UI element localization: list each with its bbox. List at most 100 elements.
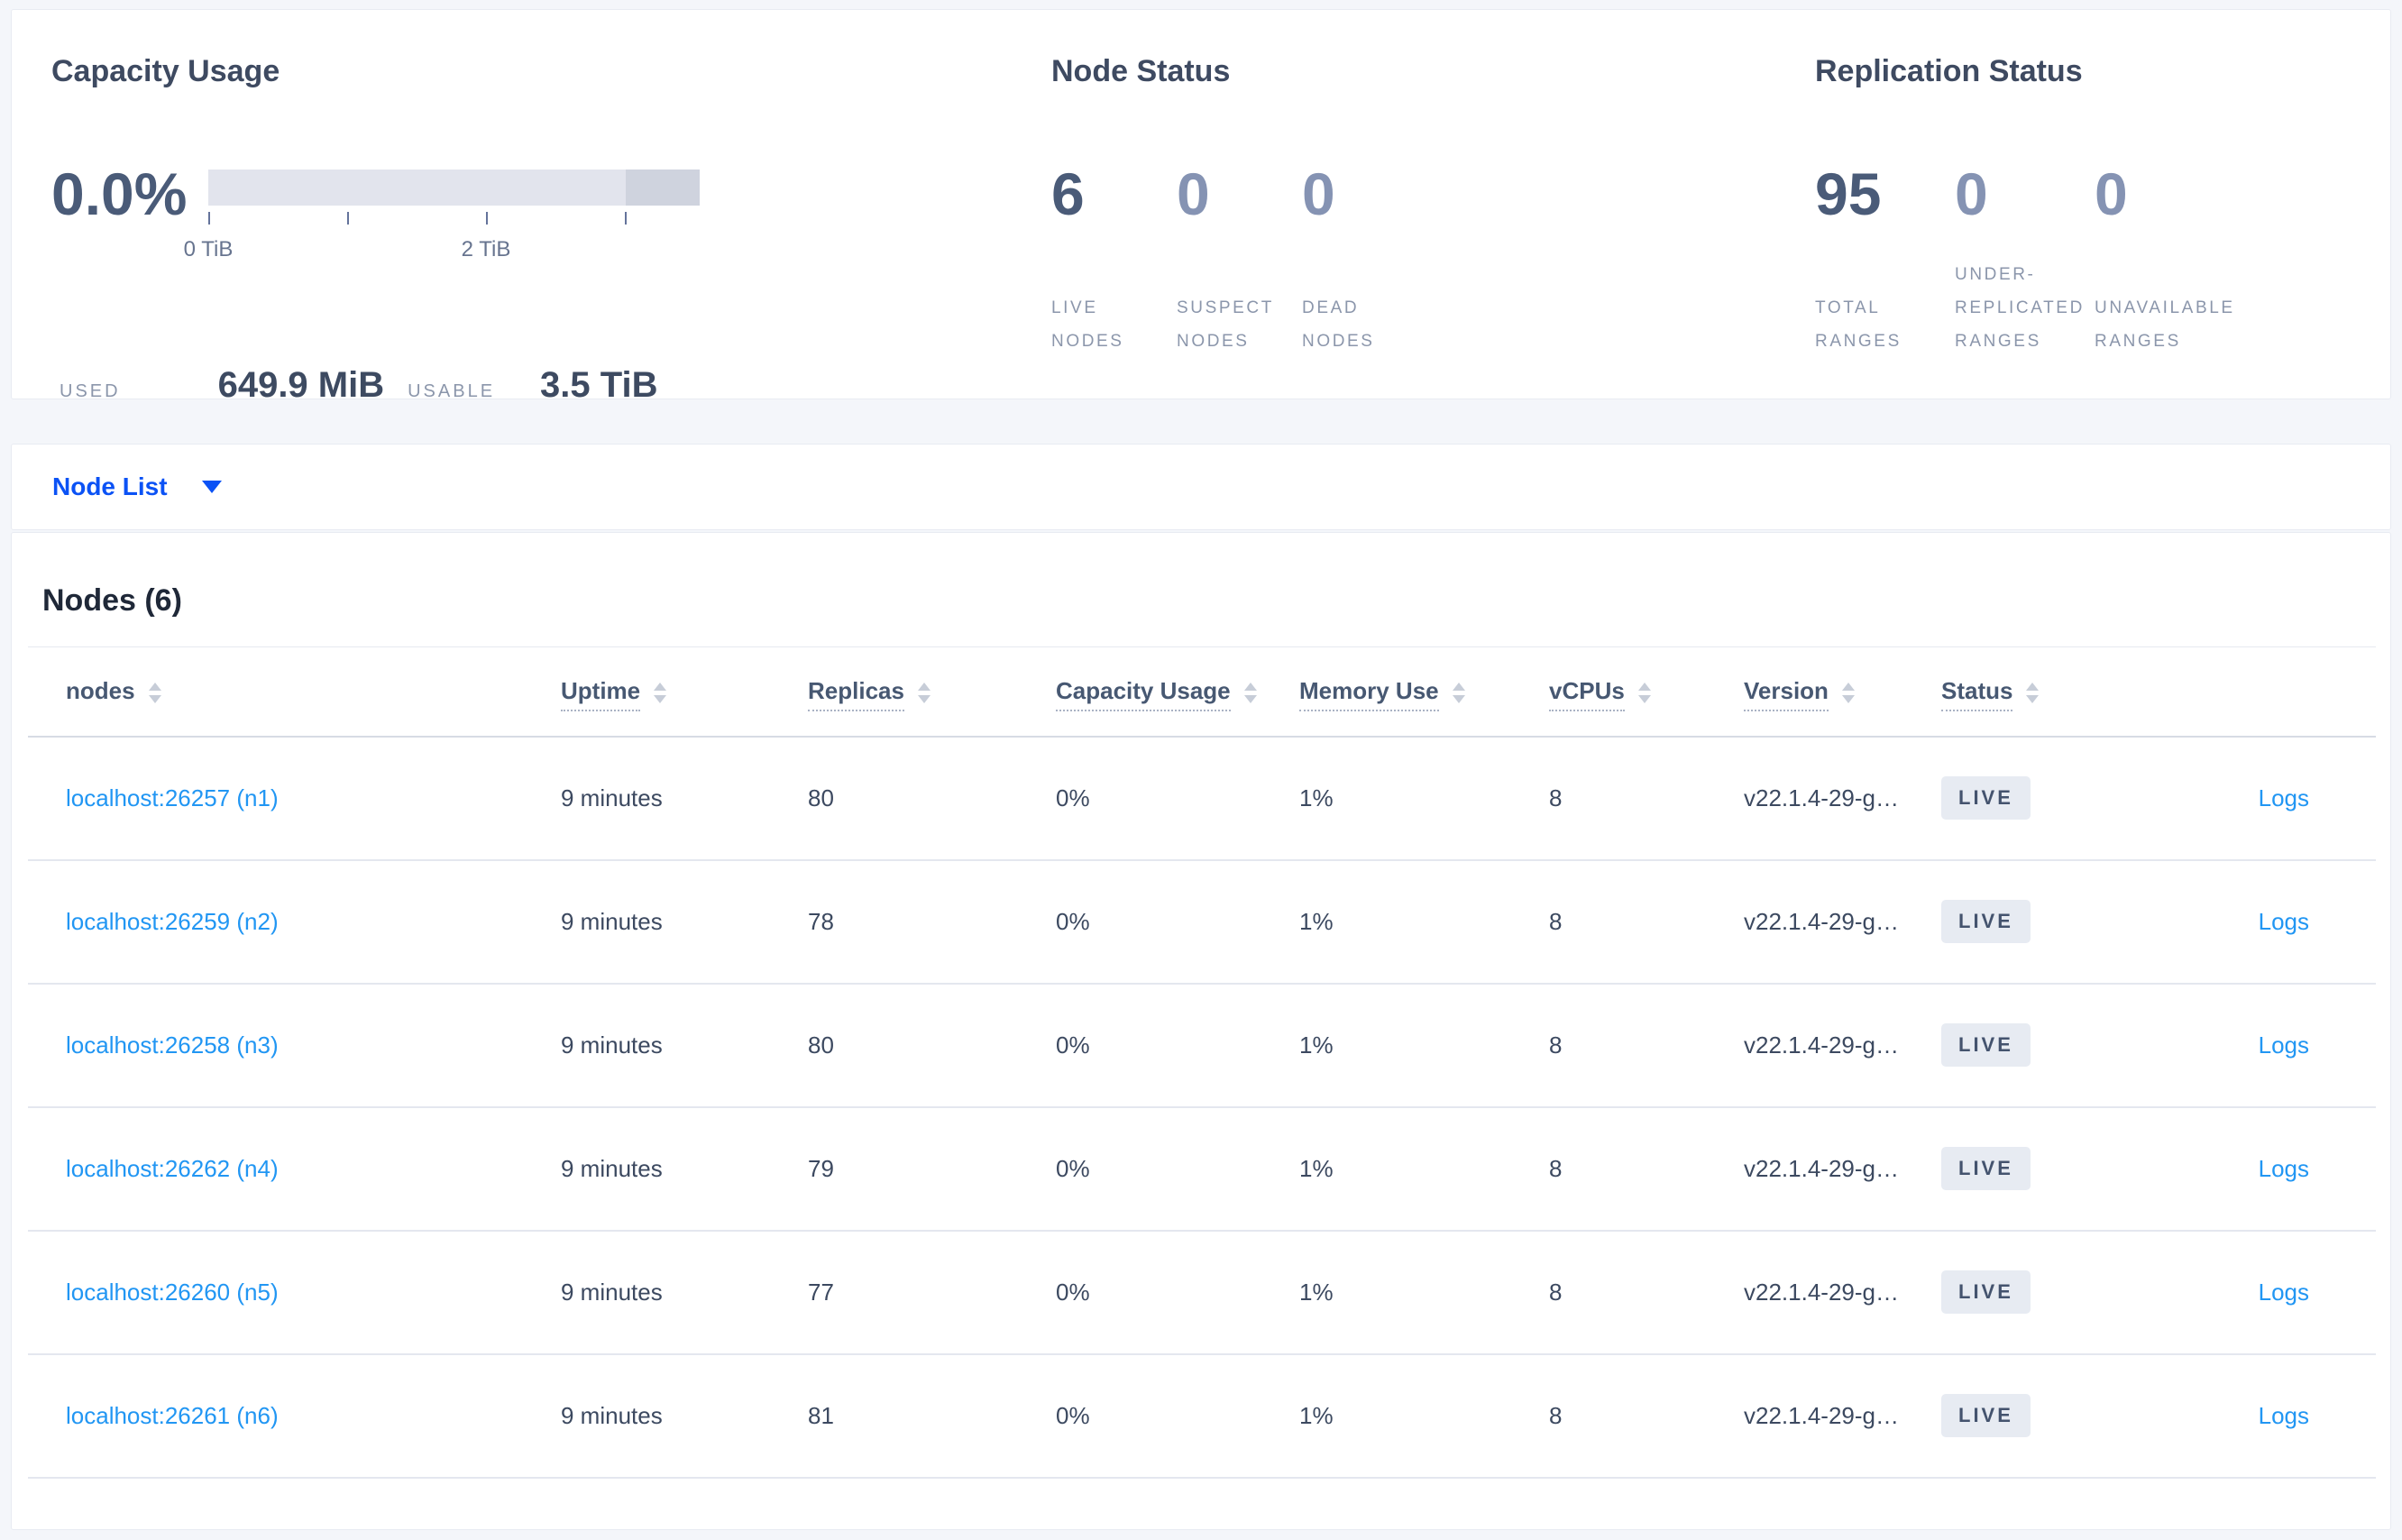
stat-unavailable-ranges: 0 UNAVAILABLE RANGES — [2095, 161, 2239, 358]
column-label: Capacity Usage — [1056, 677, 1231, 712]
table-row: localhost:26262 (n4) 9 minutes 79 0% 1% 8 v22.… — [28, 1106, 2376, 1232]
node-link[interactable]: localhost:26259 (n2) — [66, 908, 279, 935]
table-row: localhost:26258 (n3) 9 minutes 80 0% 1% 8 v22.… — [28, 983, 2376, 1108]
axis-tick-label: 2 TiB — [461, 237, 511, 261]
stat-value: 0 — [1302, 160, 1335, 227]
status-badge: LIVE — [1941, 1270, 2031, 1314]
vcpus-cell: 8 — [1539, 1106, 1734, 1232]
column-header-replicas[interactable]: Replicas — [798, 646, 1046, 738]
node-status-section: Node Status 6 LIVE NODES 0 SUSPECT NODES 0 DE… — [1051, 53, 1427, 358]
capacity-usage-cell: 0% — [1046, 1353, 1289, 1479]
vcpus-cell: 8 — [1539, 859, 1734, 985]
node-link[interactable]: localhost:26262 (n4) — [66, 1155, 279, 1182]
stat-under-replicated-ranges: 0 UNDER-REPLICATED RANGES — [1955, 160, 2082, 358]
uptime-cell: 9 minutes — [551, 1230, 798, 1355]
stat-value: 6 — [1051, 160, 1085, 227]
stat-value: 95 — [1815, 160, 1882, 227]
logs-link[interactable]: Logs — [2259, 1279, 2309, 1306]
cluster-summary-card: Capacity Usage 0.0% 0 TiB 2 TiB USED 649.… — [11, 9, 2391, 405]
memory-use-cell: 1% — [1289, 983, 1539, 1108]
sort-arrows-icon[interactable] — [1637, 682, 1651, 703]
node-cell: localhost:26261 (n6) — [28, 1353, 551, 1479]
nodes-heading: Nodes (6) — [42, 583, 182, 618]
version-cell: v22.1.4-29-g… — [1734, 1106, 1931, 1232]
replicas-cell: 81 — [798, 1353, 1046, 1479]
table-row: localhost:26257 (n1) 9 minutes 80 0% 1% 8 v22.… — [28, 736, 2376, 861]
stat-value: 0 — [1955, 160, 1988, 227]
chevron-down-icon[interactable] — [201, 481, 222, 493]
capacity-usage-cell: 0% — [1046, 1106, 1289, 1232]
column-header-memory-use[interactable]: Memory Use — [1289, 646, 1539, 738]
axis-tick — [347, 212, 349, 225]
uptime-cell: 9 minutes — [551, 1106, 798, 1232]
column-header-version[interactable]: Version — [1734, 646, 1931, 738]
logs-cell: Logs — [2102, 1106, 2376, 1232]
column-header-uptime[interactable]: Uptime — [551, 646, 798, 738]
node-cell: localhost:26258 (n3) — [28, 983, 551, 1108]
logs-cell: Logs — [2102, 1230, 2376, 1355]
sort-arrows-icon[interactable] — [1243, 682, 1257, 703]
stat-dead-nodes: 0 DEAD NODES — [1302, 161, 1410, 358]
node-link[interactable]: localhost:26258 (n3) — [66, 1031, 279, 1059]
status-cell: LIVE — [1931, 1353, 2102, 1479]
node-cell: localhost:26260 (n5) — [28, 1230, 551, 1355]
node-status-title: Node Status — [1051, 54, 1231, 88]
status-badge: LIVE — [1941, 776, 2031, 820]
memory-use-cell: 1% — [1289, 1353, 1539, 1479]
axis-tick-label: 0 TiB — [183, 237, 234, 261]
status-cell: LIVE — [1931, 1230, 2102, 1355]
node-cell: localhost:26259 (n2) — [28, 859, 551, 985]
memory-use-cell: 1% — [1289, 859, 1539, 985]
version-cell: v22.1.4-29-g… — [1734, 983, 1931, 1108]
uptime-cell: 9 minutes — [551, 859, 798, 985]
column-header-capacity-usage[interactable]: Capacity Usage — [1046, 646, 1289, 738]
logs-link[interactable]: Logs — [2259, 784, 2309, 811]
logs-cell: Logs — [2102, 736, 2376, 861]
usable-label: USABLE — [408, 381, 496, 401]
usable-capacity-segment — [208, 170, 626, 206]
capacity-usage-cell: 0% — [1046, 736, 1289, 861]
logs-link[interactable]: Logs — [2259, 1155, 2309, 1182]
replication-status-section: Replication Status 95 TOTAL RANGES 0 UNDER-… — [1815, 53, 2257, 358]
column-header-logs — [2102, 646, 2376, 738]
stat-value: 0 — [2095, 160, 2128, 227]
node-link[interactable]: localhost:26257 (n1) — [66, 784, 279, 811]
other-capacity-segment — [626, 170, 700, 206]
memory-use-cell: 1% — [1289, 1230, 1539, 1355]
nodes-card: Nodes (6) nodes Uptime Replicas Capacity Us… — [11, 532, 2391, 1530]
column-label: Memory Use — [1299, 677, 1439, 712]
sort-arrows-icon[interactable] — [2026, 682, 2040, 703]
sort-arrows-icon[interactable] — [148, 682, 161, 703]
replication-status-title: Replication Status — [1815, 54, 2083, 88]
capacity-usage-cell: 0% — [1046, 859, 1289, 985]
usable-value: 3.5 TiB — [540, 365, 658, 405]
column-header-status[interactable]: Status — [1931, 646, 2102, 738]
uptime-cell: 9 minutes — [551, 736, 798, 861]
nodes-table: nodes Uptime Replicas Capacity Usage Memory … — [28, 646, 2376, 1479]
memory-use-cell: 1% — [1289, 736, 1539, 861]
replicas-cell: 78 — [798, 859, 1046, 985]
logs-cell: Logs — [2102, 983, 2376, 1108]
logs-cell: Logs — [2102, 859, 2376, 985]
capacity-usage-cell: 0% — [1046, 1230, 1289, 1355]
column-header-vcpus[interactable]: vCPUs — [1539, 646, 1734, 738]
column-header-node[interactable]: nodes — [28, 646, 551, 738]
uptime-cell: 9 minutes — [551, 1353, 798, 1479]
logs-link[interactable]: Logs — [2259, 1031, 2309, 1059]
logs-link[interactable]: Logs — [2259, 908, 2309, 935]
status-badge: LIVE — [1941, 1147, 2031, 1190]
sort-arrows-icon[interactable] — [654, 682, 667, 703]
sort-arrows-icon[interactable] — [1841, 682, 1855, 703]
axis-tick — [208, 212, 210, 225]
view-selector-dropdown[interactable]: Node List — [52, 472, 168, 501]
sort-arrows-icon[interactable] — [917, 682, 931, 703]
node-link[interactable]: localhost:26260 (n5) — [66, 1279, 279, 1306]
version-cell: v22.1.4-29-g… — [1734, 1230, 1931, 1355]
capacity-usage-section: Capacity Usage 0.0% 0 TiB 2 TiB USED 649.… — [51, 53, 827, 405]
replicas-cell: 79 — [798, 1106, 1046, 1232]
replicas-cell: 80 — [798, 736, 1046, 861]
sort-arrows-icon[interactable] — [1452, 682, 1465, 703]
logs-link[interactable]: Logs — [2259, 1402, 2309, 1429]
uptime-cell: 9 minutes — [551, 983, 798, 1108]
node-link[interactable]: localhost:26261 (n6) — [66, 1402, 279, 1429]
